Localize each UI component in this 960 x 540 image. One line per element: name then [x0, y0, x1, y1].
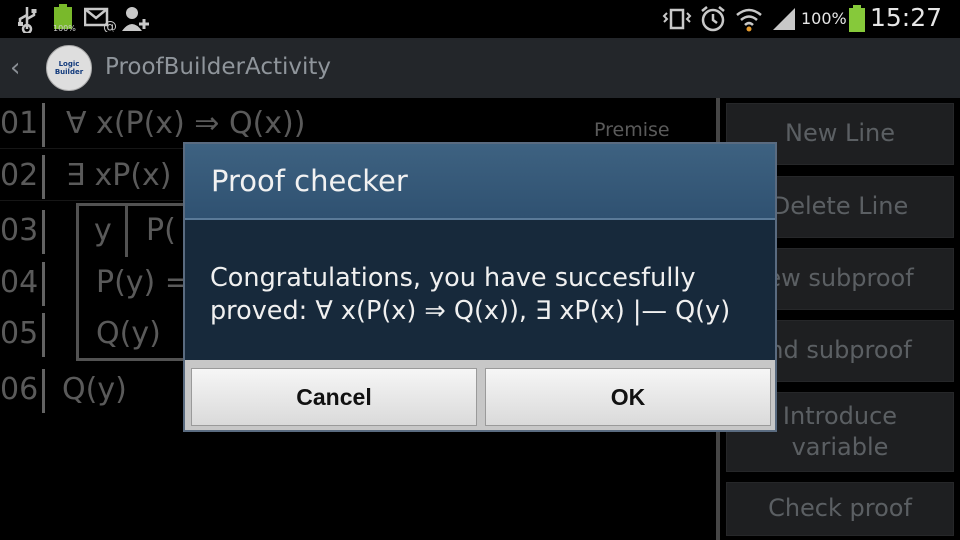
dialog-body: Congratulations, you have succesfully pr…	[185, 220, 775, 360]
battery-percent: 100%	[801, 9, 847, 28]
dialog-header: Proof checker	[185, 144, 775, 218]
dialog-message-line: Congratulations, you have succesfully	[210, 263, 696, 293]
dialog-button-bar: Cancel OK	[185, 360, 775, 430]
status-bar: 100% @ 100% 15:27	[0, 0, 960, 38]
app-title: ProofBuilderActivity	[105, 54, 332, 80]
action-bar: ‹ ProofBuilderActivity	[0, 38, 960, 98]
ok-button[interactable]: OK	[485, 368, 771, 426]
add-contact-icon	[120, 4, 152, 34]
app-logo[interactable]: Logic Builder	[46, 45, 92, 91]
alarm-icon	[699, 4, 727, 34]
signal-icon	[771, 4, 797, 34]
battery-icon-label: 100%	[53, 24, 76, 33]
svg-text:@: @	[103, 19, 116, 32]
dialog-message: Congratulations, you have succesfully pr…	[210, 262, 755, 328]
back-chevron-icon[interactable]: ‹	[10, 54, 34, 82]
wifi-icon	[735, 4, 763, 34]
cancel-button[interactable]: Cancel	[191, 368, 477, 426]
dialog-title: Proof checker	[211, 164, 408, 198]
clock-time: 15:27	[869, 3, 942, 32]
dialog-message-line: proved: ∀ x(P(x) ⇒ Q(x)), ∃ xP(x) |— Q(y…	[210, 296, 731, 326]
vibrate-icon	[662, 4, 692, 34]
proof-checker-dialog: Proof checker Congratulations, you have …	[183, 142, 777, 432]
usb-icon	[16, 4, 38, 34]
email-notification-icon: @	[84, 4, 116, 34]
battery-icon	[848, 4, 866, 34]
